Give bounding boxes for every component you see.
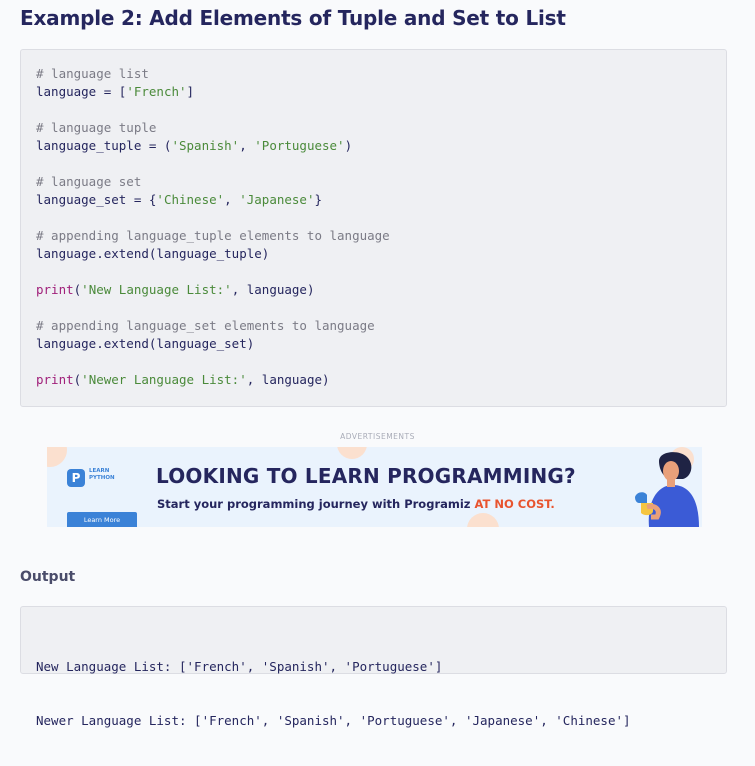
code-token: 'Chinese' [156,192,225,207]
code-token: language_set = { [36,192,157,207]
code-line: print('Newer Language List:', language) [36,371,390,389]
output-block[interactable]: New Language List: ['French', 'Spanish',… [20,606,727,728]
person-with-python-logo-icon [635,447,699,527]
ad-title: LOOKING TO LEARN PROGRAMMING? [156,464,576,488]
code-token: 'Newer Language List:' [81,372,247,387]
ad-subtitle-accent: AT NO COST. [474,497,555,511]
ad-banner[interactable]: P LEARN PYTHON Learn More LOOKING TO LEA… [47,447,702,527]
code-token: 'New Language List:' [81,282,232,297]
code-token: 'Japanese' [239,192,315,207]
code-token: } [314,192,323,207]
code-line: language_tuple = ('Spanish', 'Portuguese… [36,137,390,155]
code-token: ) [344,138,353,153]
code-line: # language tuple [36,119,390,137]
ad-subtitle-text: Start your programming journey with Prog… [157,497,475,511]
code-token: , [239,138,255,153]
code-token: ] [186,84,195,99]
code-token: # appending language_set elements to lan… [36,318,375,333]
code-token: , [224,192,240,207]
logo-text: LEARN PYTHON [89,468,115,481]
code-line: # appending language_tuple elements to l… [36,227,390,245]
code-token: # language list [36,66,149,81]
output-lines: New Language List: ['French', 'Spanish',… [36,622,631,766]
decorative-bubble [467,513,499,527]
decorative-bubble [47,447,67,467]
code-line: language.extend(language_set) [36,335,390,353]
code-token: , language) [231,282,315,297]
code-token: language.extend(language_set) [36,336,255,351]
code-token: language = [ [36,84,127,99]
code-token: # language set [36,174,142,189]
code-line: language.extend(language_tuple) [36,245,390,263]
code-line: # appending language_set elements to lan… [36,317,390,335]
code-token: print [36,372,74,387]
code-lines: # language list language = ['French'] # la… [36,65,390,389]
output-line: New Language List: ['French', 'Spanish',… [36,659,443,674]
code-line: # language set [36,173,390,191]
decorative-bubble [337,447,367,459]
advertisements-label: ADVERTISEMENTS [340,432,415,441]
code-token: # appending language_tuple elements to l… [36,228,390,243]
code-block[interactable]: # language list language = ['French'] # la… [20,49,727,407]
ad-subtitle: Start your programming journey with Prog… [157,497,555,511]
code-token: 'Portuguese' [254,138,345,153]
code-line: language = ['French'] [36,83,390,101]
code-token: 'Spanish' [171,138,240,153]
code-token: print [36,282,74,297]
code-line: # language list [36,65,390,83]
code-line: language_set = {'Chinese', 'Japanese'} [36,191,390,209]
code-token: 'French' [126,84,187,99]
learn-more-button[interactable]: Learn More [67,512,137,527]
output-line: Newer Language List: ['French', 'Spanish… [36,713,631,728]
code-line: print('New Language List:', language) [36,281,390,299]
code-token: language_tuple = ( [36,138,172,153]
code-token: , language) [246,372,330,387]
code-token: # language tuple [36,120,157,135]
code-token: language.extend(language_tuple) [36,246,270,261]
programiz-logo-icon: P [67,469,85,487]
output-heading: Output [20,569,76,585]
example-heading: Example 2: Add Elements of Tuple and Set… [20,6,566,30]
